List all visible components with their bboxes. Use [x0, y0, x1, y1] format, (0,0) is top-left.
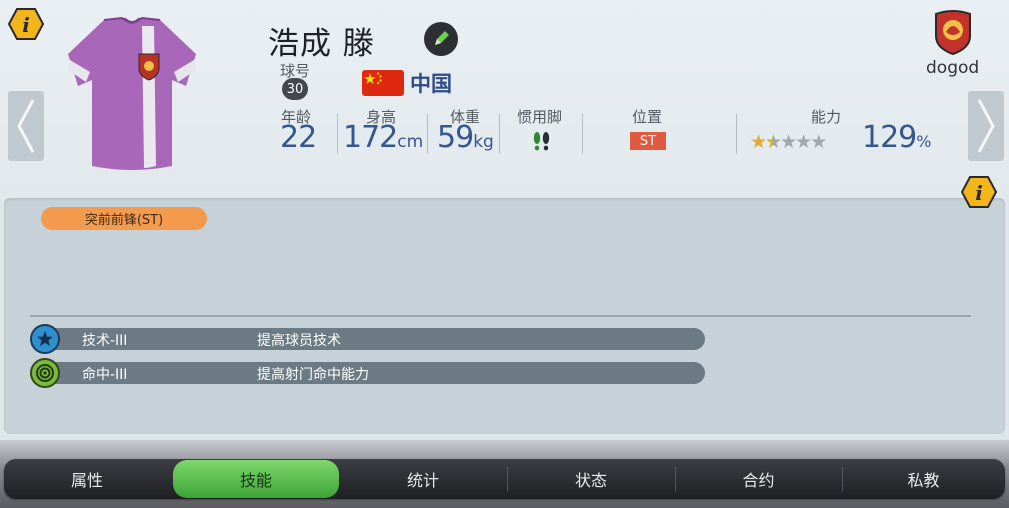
position-badge: ST	[630, 132, 666, 150]
position-label: 位置	[632, 108, 663, 126]
skill-name: 技术-III	[82, 333, 128, 349]
divider	[582, 114, 583, 154]
club-badge-icon[interactable]	[932, 10, 974, 56]
rating-star-icon: ★	[765, 131, 782, 153]
jersey-image	[64, 16, 200, 172]
skill-description: 提高射门命中能力	[257, 367, 369, 383]
club-name: dogod	[926, 58, 980, 78]
ability-label: 能力	[811, 108, 842, 126]
china-flag-icon	[362, 70, 404, 96]
divider	[427, 114, 428, 154]
footprints-icon	[531, 130, 553, 152]
chevron-left-icon	[17, 99, 35, 153]
tab-attributes[interactable]: 属性	[4, 459, 170, 499]
tab-contract[interactable]: 合约	[675, 459, 842, 499]
skill-name: 命中-III	[82, 367, 128, 383]
skill-description: 提高球员技术	[257, 333, 341, 349]
player-profile-screen: i 浩成 滕 球号 30 中国 年龄 22 身高 172cm 体重 59kg 惯…	[0, 0, 1009, 508]
player-name: 浩成 滕	[268, 26, 375, 62]
club-crest-on-jersey	[138, 53, 160, 81]
divider	[736, 114, 737, 154]
star-icon	[30, 324, 60, 354]
tab-statistics[interactable]: 统计	[339, 459, 507, 499]
pencil-icon	[435, 31, 449, 45]
tab-private-coach[interactable]: 私教	[842, 459, 1005, 499]
edit-name-button[interactable]	[424, 22, 458, 56]
rating-star-icon: ★	[750, 131, 767, 153]
age-value: 22	[280, 120, 317, 155]
info-icon[interactable]: i	[960, 176, 998, 208]
jersey-number-badge: 30	[282, 78, 308, 100]
divider	[30, 315, 971, 317]
next-player-arrow[interactable]	[968, 91, 1004, 161]
skill-row[interactable]: 命中-III 提高射门命中能力	[30, 358, 705, 388]
preferred-foot-label: 惯用脚	[517, 108, 563, 126]
ability-stars: ★★★★★	[750, 131, 827, 153]
target-icon	[30, 358, 60, 388]
svg-text:i: i	[975, 181, 983, 205]
divider	[337, 114, 338, 154]
svg-text:i: i	[22, 13, 30, 37]
skill-row[interactable]: 技术-III 提高球员技术	[30, 324, 705, 354]
player-role-badge: 突前前锋(ST)	[41, 207, 207, 230]
country-name: 中国	[410, 72, 452, 96]
height-value: 172cm	[343, 120, 424, 155]
weight-value: 59kg	[437, 120, 494, 155]
ability-value: 129%	[862, 120, 931, 155]
rating-star-icon: ★	[810, 131, 827, 153]
divider	[499, 114, 500, 154]
info-icon[interactable]: i	[7, 8, 45, 40]
skill-bar	[44, 362, 705, 384]
tab-status[interactable]: 状态	[507, 459, 675, 499]
skill-bar	[44, 328, 705, 350]
tab-skills[interactable]: 技能	[173, 460, 339, 498]
rating-star-icon: ★	[780, 131, 797, 153]
chevron-right-icon	[977, 99, 995, 153]
previous-player-arrow[interactable]	[8, 91, 44, 161]
rating-star-icon: ★	[795, 131, 812, 153]
